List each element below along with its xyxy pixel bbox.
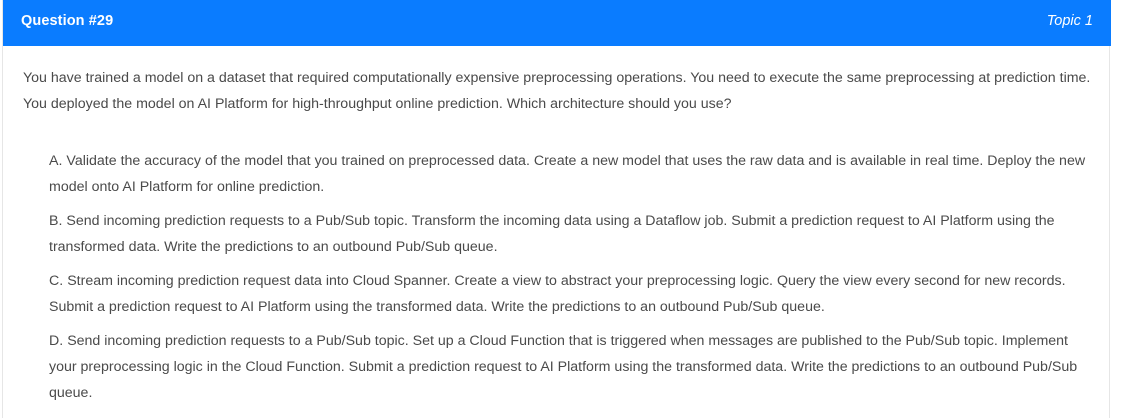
question-header: Question #29 Topic 1 [3, 0, 1111, 46]
choice-b[interactable]: B. Send incoming prediction requests to a… [49, 208, 1094, 260]
choice-text: Stream incoming prediction request data … [49, 273, 1066, 315]
choice-letter: B. [49, 213, 63, 229]
choice-a[interactable]: A. Validate the accuracy of the model tha… [49, 148, 1094, 200]
question-number: Question #29 [21, 13, 114, 29]
choice-text: Send incoming prediction requests to a P… [49, 333, 1078, 401]
choice-text: Validate the accuracy of the model that … [49, 153, 1086, 195]
topic-label: Topic 1 [1046, 13, 1093, 29]
choice-list: A. Validate the accuracy of the model tha… [49, 148, 1094, 414]
choice-letter: C. [49, 273, 64, 289]
choice-d[interactable]: D. Send incoming prediction requests to a… [49, 328, 1094, 406]
choice-letter: D. [49, 333, 64, 349]
choice-c[interactable]: C. Stream incoming prediction request dat… [49, 268, 1094, 320]
question-text: You have trained a model on a dataset th… [23, 70, 1091, 112]
question-card: Question #29 Topic 1 You have trained a … [2, 0, 1111, 418]
choice-letter: A. [49, 153, 63, 169]
choice-text: Send incoming prediction requests to a P… [49, 213, 1055, 255]
